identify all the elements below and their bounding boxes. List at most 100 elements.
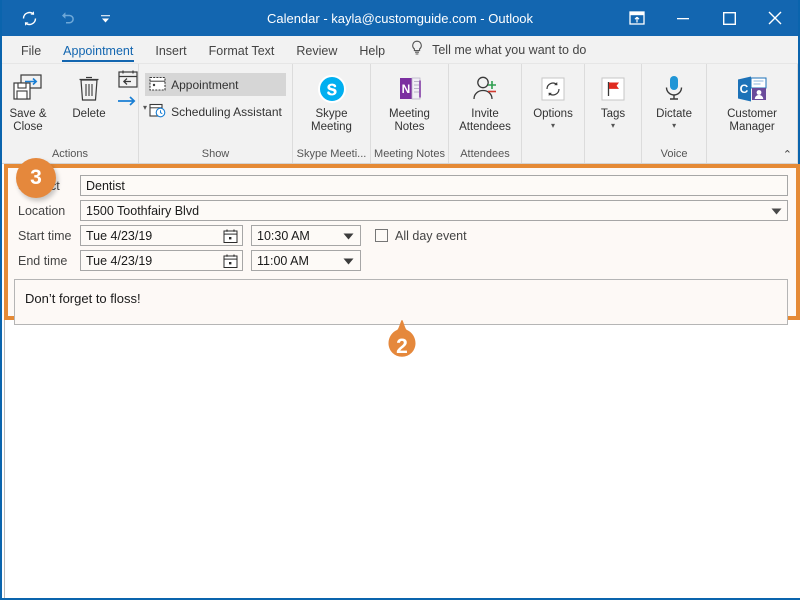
start-time-label: Start time: [18, 228, 72, 243]
outlook-appointment-window: Calendar - kayla@customguide.com - Outlo…: [0, 0, 800, 600]
tab-file[interactable]: File: [10, 41, 52, 63]
forward-arrow-icon: [115, 94, 141, 112]
end-time-dropdown-icon[interactable]: [343, 254, 354, 268]
options-button[interactable]: Options ▾: [526, 69, 580, 130]
meeting-notes-label: Meeting Notes: [389, 108, 430, 133]
ribbon-group-meeting-notes: N Meeting Notes Meeting Notes: [371, 64, 449, 163]
ribbon-display-options-icon[interactable]: [614, 0, 660, 36]
options-icon: [539, 72, 567, 106]
scheduling-assistant-icon: [149, 102, 166, 121]
tags-label: Tags: [600, 108, 626, 120]
end-date-input[interactable]: Tue 4/23/19: [80, 250, 243, 271]
ribbon-tab-bar: File Appointment Insert Format Text Revi…: [2, 36, 798, 64]
ribbon-group-attendees: Invite Attendees Attendees: [449, 64, 522, 163]
start-date-picker-icon[interactable]: [223, 228, 238, 243]
scheduling-assistant-label: Scheduling Assistant: [171, 104, 282, 119]
forward-calendar-icon: [117, 69, 139, 94]
end-time-input[interactable]: 11:00 AM: [251, 250, 361, 271]
callout-badge-3: 3: [16, 158, 56, 198]
invite-attendees-label: Invite Attendees: [459, 108, 511, 133]
quick-access-toolbar: [2, 7, 116, 29]
appointment-form: Subject Dentist Location 1500 Toothfairy…: [4, 164, 800, 325]
location-dropdown-icon[interactable]: [771, 204, 782, 218]
subject-value: Dentist: [86, 178, 125, 193]
save-close-icon: [12, 72, 44, 106]
undo-icon[interactable]: [56, 7, 78, 29]
skype-icon: [317, 72, 347, 106]
ribbon: Save & Close Delete ▾ Actions Appointmen…: [2, 64, 798, 164]
subject-input[interactable]: Dentist: [80, 175, 788, 196]
all-day-event-label: All day event: [395, 228, 467, 243]
minimize-icon[interactable]: [660, 0, 706, 36]
tags-dropdown-icon[interactable]: ▾: [611, 121, 615, 130]
callout-badge-2-number: 2: [396, 335, 408, 358]
skype-meeting-button[interactable]: Skype Meeting: [297, 69, 367, 133]
flag-icon: [599, 72, 627, 106]
ribbon-group-skype: Skype Meeting Skype Meeti...: [293, 64, 371, 163]
trash-icon: [77, 72, 101, 106]
start-date-input[interactable]: Tue 4/23/19: [80, 225, 243, 246]
tell-me-label: Tell me what you want to do: [432, 42, 587, 57]
meeting-notes-button[interactable]: N Meeting Notes: [375, 69, 445, 133]
ribbon-group-actions: Save & Close Delete ▾ Actions: [0, 64, 147, 163]
group-label-skype: Skype Meeti...: [296, 148, 367, 160]
end-date-value: Tue 4/23/19: [86, 253, 153, 268]
location-value: 1500 Toothfairy Blvd: [86, 203, 200, 218]
save-and-close-label: Save & Close: [9, 108, 47, 133]
customer-manager-button[interactable]: C Customer Manager: [717, 69, 787, 133]
customer-manager-label: Customer Manager: [727, 108, 777, 133]
svg-text:C: C: [740, 82, 749, 96]
appointment-icon: [149, 75, 166, 94]
ribbon-group-tags: Tags ▾: [585, 64, 642, 163]
tab-appointment[interactable]: Appointment: [52, 41, 144, 63]
start-time-input[interactable]: 10:30 AM: [251, 225, 361, 246]
start-date-value: Tue 4/23/19: [86, 228, 153, 243]
delete-button[interactable]: Delete: [65, 69, 113, 121]
tab-format-text[interactable]: Format Text: [198, 41, 286, 63]
tab-insert[interactable]: Insert: [144, 41, 197, 63]
options-dropdown-icon[interactable]: ▾: [551, 121, 555, 130]
group-label-options: [522, 146, 584, 163]
tell-me-search[interactable]: Tell me what you want to do: [410, 40, 586, 63]
window-controls: [614, 0, 798, 36]
invite-attendees-button[interactable]: Invite Attendees: [450, 69, 520, 133]
tab-help[interactable]: Help: [348, 41, 396, 63]
svg-text:N: N: [401, 82, 410, 96]
location-input[interactable]: 1500 Toothfairy Blvd: [80, 200, 788, 221]
scheduling-assistant-button[interactable]: Scheduling Assistant: [145, 100, 286, 123]
dictate-dropdown-icon[interactable]: ▾: [672, 121, 676, 130]
collapse-ribbon-icon[interactable]: ⌃: [783, 148, 792, 161]
tab-review[interactable]: Review: [285, 41, 348, 63]
start-time-dropdown-icon[interactable]: [343, 229, 354, 243]
options-label: Options: [533, 108, 573, 120]
show-appointment-button[interactable]: Appointment: [145, 73, 286, 96]
group-label-actions: Actions: [51, 148, 89, 160]
maximize-icon[interactable]: [706, 0, 752, 36]
dictate-button[interactable]: Dictate ▾: [649, 69, 699, 130]
ribbon-group-options: Options ▾: [522, 64, 585, 163]
close-icon[interactable]: [752, 0, 798, 36]
group-label-show: Show: [201, 148, 230, 160]
end-time-row: End time Tue 4/23/19 11:00 AM: [14, 249, 788, 272]
appointment-notes-value: Don’t forget to floss!: [25, 291, 141, 306]
location-label: Location: [18, 203, 66, 218]
customize-quick-access-icon[interactable]: [94, 7, 116, 29]
all-day-event-checkbox[interactable]: All day event: [375, 229, 467, 243]
delete-label: Delete: [72, 108, 106, 120]
customer-manager-icon: C: [736, 72, 768, 106]
subject-row: Subject Dentist: [14, 174, 788, 197]
ribbon-group-voice: Dictate ▾ Voice: [642, 64, 708, 163]
sync-icon[interactable]: [18, 7, 40, 29]
end-date-picker-icon[interactable]: [223, 253, 238, 268]
group-label-tags: [585, 146, 641, 163]
appointment-notes-input[interactable]: Don’t forget to floss!: [14, 279, 788, 325]
tags-button[interactable]: Tags ▾: [589, 69, 637, 130]
group-label-voice: Voice: [660, 148, 688, 160]
save-and-close-button[interactable]: Save & Close: [0, 69, 63, 133]
location-row: Location 1500 Toothfairy Blvd: [14, 199, 788, 222]
ribbon-group-show: Appointment Scheduling Assistant Show: [139, 64, 293, 163]
callout-badge-3-number: 3: [30, 166, 42, 189]
all-day-checkbox-box[interactable]: [375, 229, 388, 242]
skype-meeting-label: Skype Meeting: [311, 108, 352, 133]
title-bar: Calendar - kayla@customguide.com - Outlo…: [2, 0, 798, 36]
